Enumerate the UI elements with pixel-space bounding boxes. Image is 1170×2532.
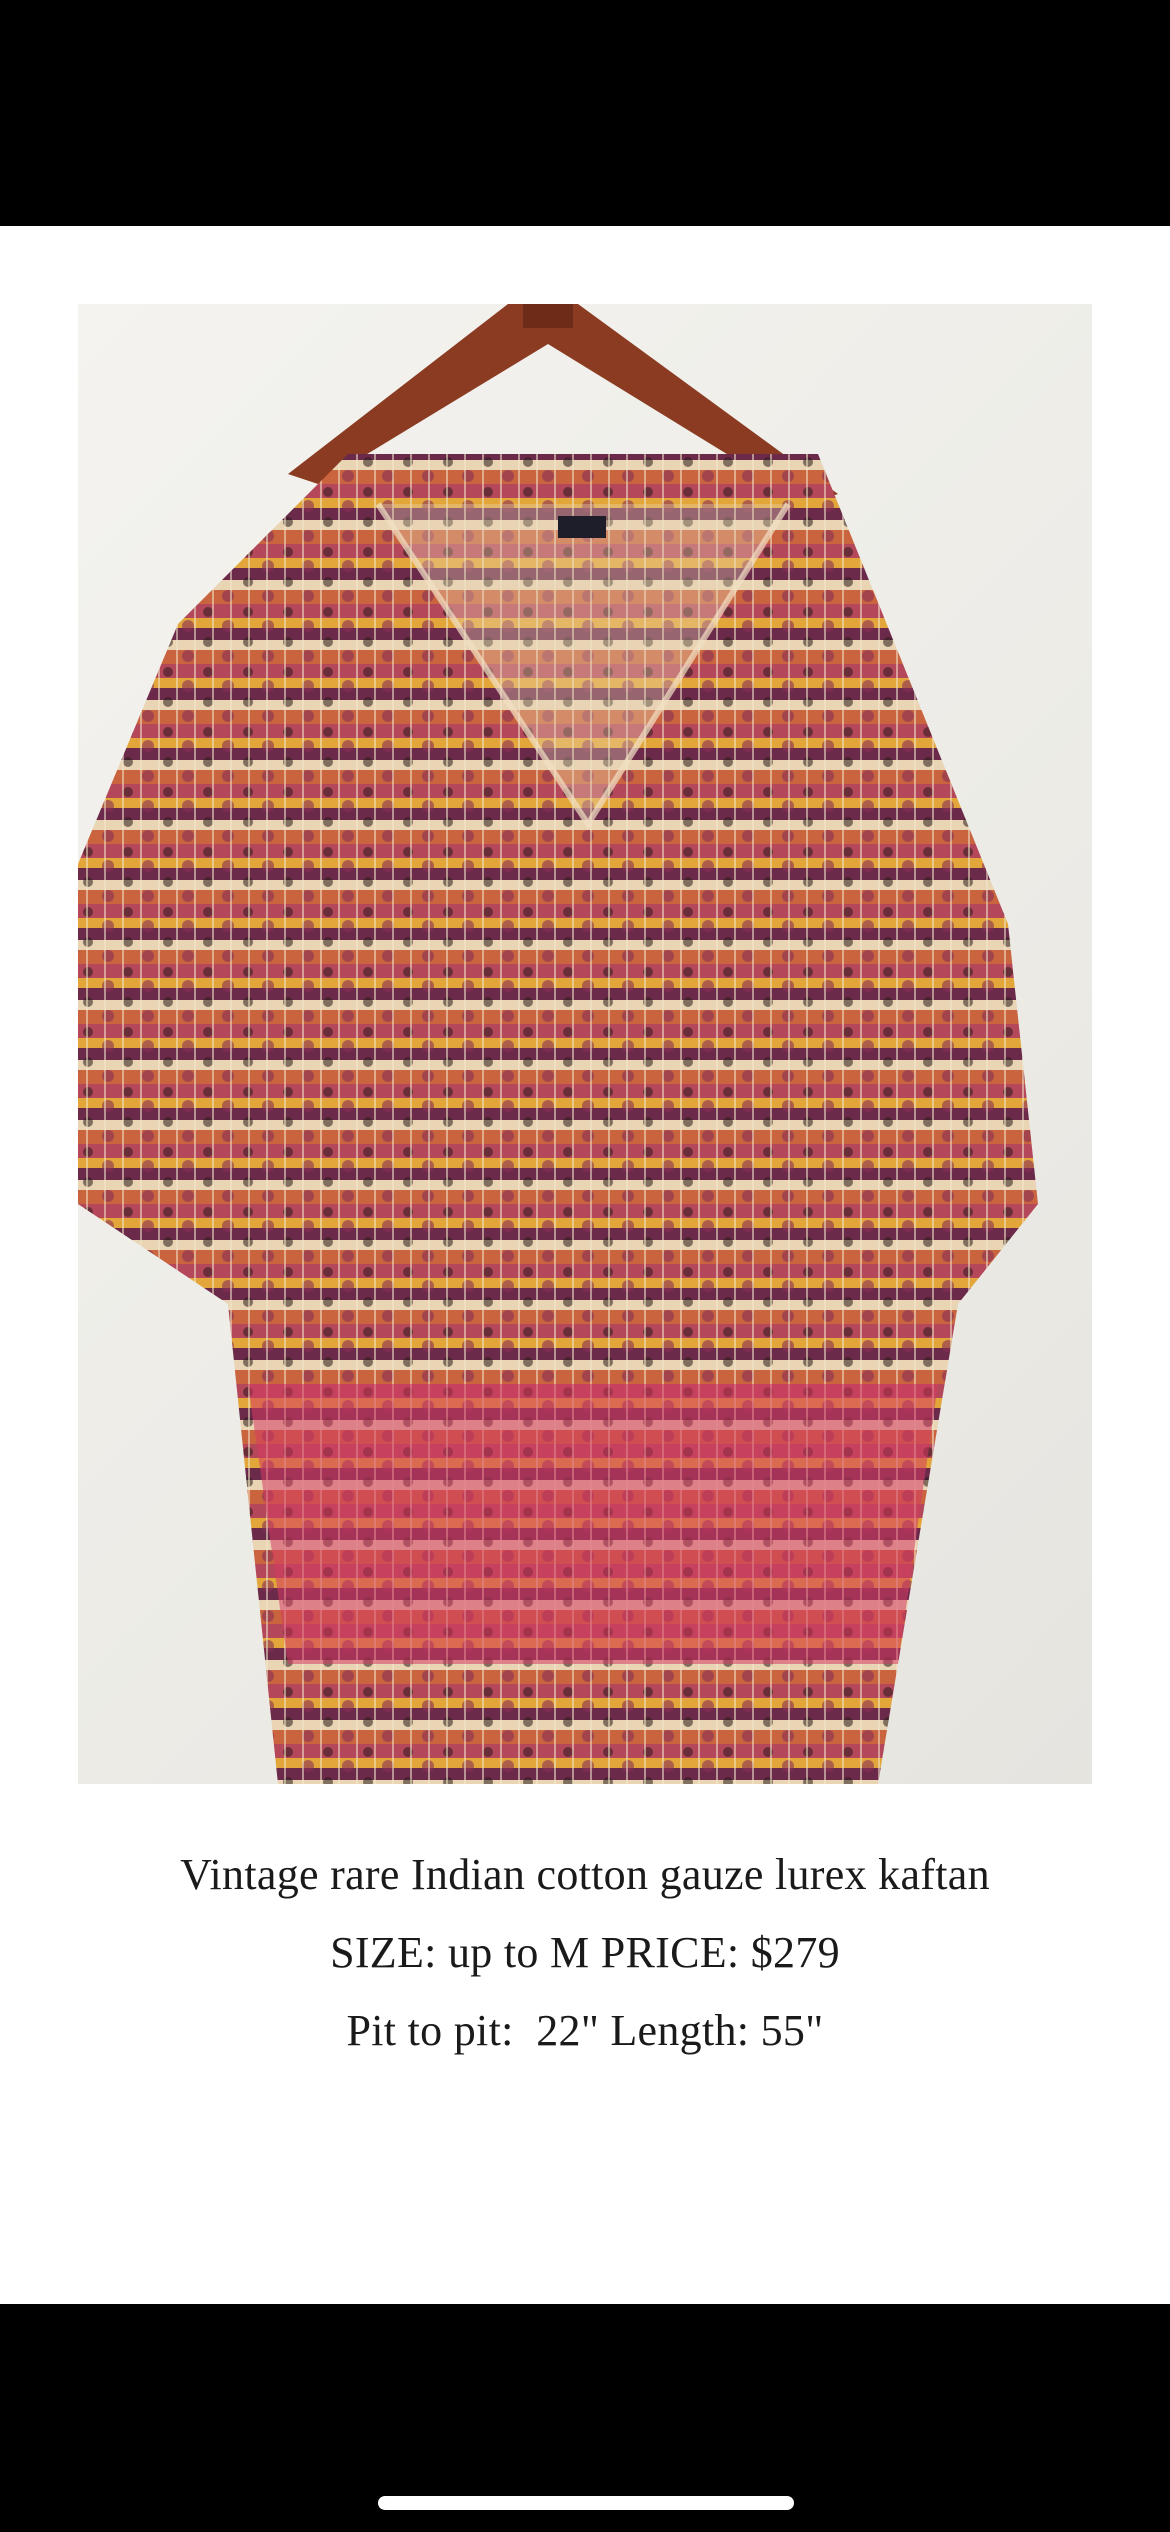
post-content: Vintage rare Indian cotton gauze lurex k…	[0, 226, 1170, 2304]
size-price-line: SIZE: up to M PRICE: $279	[330, 1928, 840, 1977]
top-black-bar	[0, 0, 1170, 226]
product-title: Vintage rare Indian cotton gauze lurex k…	[180, 1850, 990, 1899]
kaftan-illustration	[78, 304, 1038, 1784]
hanger-hook	[523, 304, 573, 328]
home-indicator[interactable]	[378, 2496, 794, 2510]
product-caption: Vintage rare Indian cotton gauze lurex k…	[0, 1836, 1170, 2070]
product-photo[interactable]	[78, 304, 1092, 1784]
garment-tag	[558, 516, 606, 538]
measurements-line: Pit to pit: 22" Length: 55"	[346, 2006, 824, 2055]
